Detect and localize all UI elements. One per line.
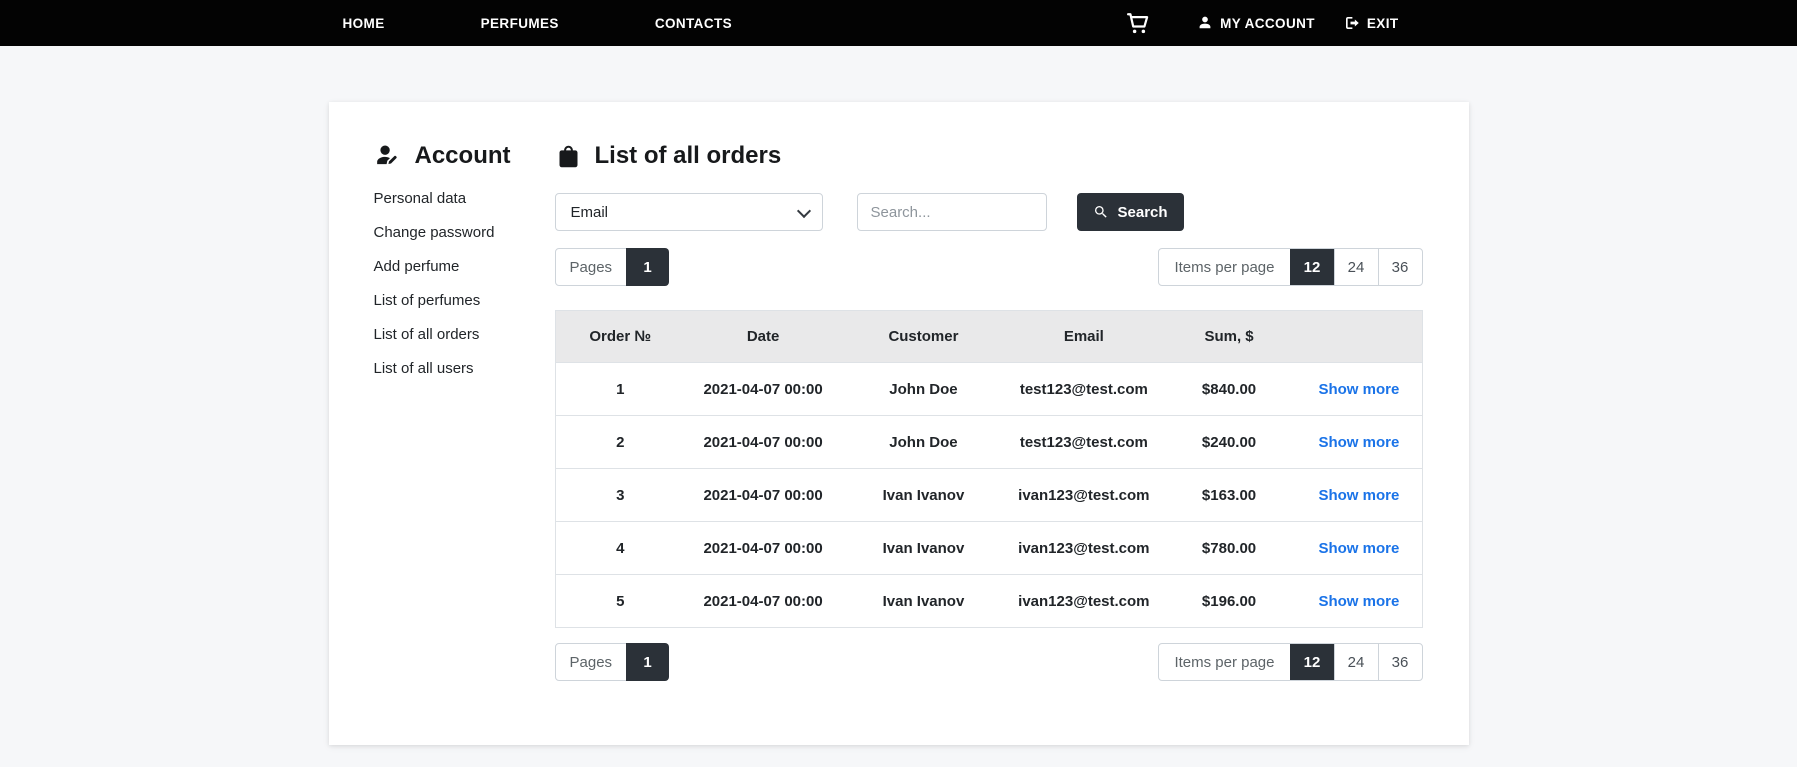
- cell-email: ivan123@test.com: [1005, 468, 1162, 522]
- cell-order-number: 1: [555, 362, 686, 416]
- filter-row: Email Search: [554, 193, 1423, 231]
- cell-customer: Ivan Ivanov: [841, 521, 1006, 575]
- search-button-label: Search: [1117, 203, 1168, 221]
- cell-date: 2021-04-07 00:00: [685, 468, 842, 522]
- cell-customer: John Doe: [841, 362, 1006, 416]
- header-date: Date: [685, 310, 842, 363]
- items-per-page-option-36[interactable]: 36: [1377, 644, 1422, 680]
- show-more-link[interactable]: Show more: [1318, 593, 1399, 610]
- header-action: [1296, 310, 1422, 363]
- sidebar-item-list-of-perfumes[interactable]: List of perfumes: [374, 284, 555, 318]
- top-navbar: HOME PERFUMES CONTACTS MY ACCOUNT EXIT: [0, 0, 1797, 46]
- table-row: 5 2021-04-07 00:00 Ivan Ivanov ivan123@t…: [555, 574, 1422, 628]
- items-per-page-option-12[interactable]: 12: [1289, 249, 1334, 285]
- sidebar-title: Account: [374, 140, 555, 172]
- pages-label: Pages: [554, 248, 628, 286]
- show-more-link[interactable]: Show more: [1318, 540, 1399, 557]
- page-button-1[interactable]: 1: [626, 248, 670, 286]
- search-icon: [1094, 206, 1107, 218]
- search-button[interactable]: Search: [1076, 193, 1184, 231]
- cell-order-number: 3: [555, 468, 686, 522]
- header-sum: Sum, $: [1161, 310, 1297, 363]
- user-edit-icon: [376, 145, 397, 165]
- nav-link-perfumes[interactable]: PERFUMES: [481, 16, 559, 31]
- cart-icon[interactable]: [1124, 9, 1152, 37]
- nav-link-home[interactable]: HOME: [343, 16, 385, 31]
- sidebar-item-add-perfume[interactable]: Add perfume: [374, 250, 555, 284]
- sidebar-item-list-of-all-users[interactable]: List of all users: [374, 352, 555, 386]
- cell-customer: John Doe: [841, 415, 1006, 469]
- cell-sum: $240.00: [1161, 415, 1297, 469]
- exit-label: EXIT: [1366, 15, 1399, 31]
- sidebar-title-label: Account: [414, 142, 511, 169]
- sidebar-item-change-password[interactable]: Change password: [374, 216, 555, 250]
- cell-order-number: 2: [555, 415, 686, 469]
- cell-sum: $196.00: [1161, 574, 1297, 628]
- cell-customer: Ivan Ivanov: [841, 468, 1006, 522]
- cell-customer: Ivan Ivanov: [841, 574, 1006, 628]
- cell-date: 2021-04-07 00:00: [685, 415, 842, 469]
- account-sidebar: Account Personal data Change password Ad…: [374, 140, 555, 681]
- cell-email: test123@test.com: [1005, 415, 1162, 469]
- content-card: Account Personal data Change password Ad…: [328, 102, 1469, 745]
- pages-group: Pages 1: [554, 643, 670, 681]
- pages-label: Pages: [554, 643, 628, 681]
- page-title: List of all orders: [555, 140, 1423, 172]
- shopping-bag-icon: [559, 145, 577, 167]
- items-per-page-label: Items per page: [1174, 258, 1275, 276]
- cell-email: ivan123@test.com: [1005, 521, 1162, 575]
- cell-date: 2021-04-07 00:00: [685, 362, 842, 416]
- cell-sum: $840.00: [1161, 362, 1297, 416]
- items-per-page-group: Items per page 12 24 36: [1158, 248, 1423, 286]
- my-account-button[interactable]: MY ACCOUNT: [1196, 14, 1315, 32]
- cell-email: ivan123@test.com: [1005, 574, 1162, 628]
- items-per-page-option-24[interactable]: 24: [1333, 644, 1378, 680]
- header-customer: Customer: [841, 310, 1006, 363]
- cell-order-number: 4: [555, 521, 686, 575]
- sidebar-item-list-of-all-orders[interactable]: List of all orders: [374, 318, 555, 352]
- cell-date: 2021-04-07 00:00: [685, 574, 842, 628]
- header-email: Email: [1005, 310, 1162, 363]
- cell-date: 2021-04-07 00:00: [685, 521, 842, 575]
- table-header-row: Order № Date Customer Email Sum, $: [555, 310, 1422, 363]
- search-input[interactable]: [856, 193, 1047, 231]
- my-account-label: MY ACCOUNT: [1220, 15, 1315, 31]
- items-per-page-label: Items per page: [1174, 653, 1275, 671]
- orders-table: Order № Date Customer Email Sum, $ 1 202…: [554, 310, 1423, 628]
- pagination-bottom: Pages 1 Items per page 12 24 36: [554, 643, 1423, 681]
- cell-sum: $163.00: [1161, 468, 1297, 522]
- items-per-page-option-24[interactable]: 24: [1333, 249, 1378, 285]
- sidebar-item-personal-data[interactable]: Personal data: [374, 182, 555, 216]
- show-more-link[interactable]: Show more: [1318, 434, 1399, 451]
- table-row: 1 2021-04-07 00:00 John Doe test123@test…: [555, 362, 1422, 416]
- sign-out-icon: [1345, 17, 1359, 29]
- cell-email: test123@test.com: [1005, 362, 1162, 416]
- pages-group: Pages 1: [554, 248, 670, 286]
- nav-link-contacts[interactable]: CONTACTS: [655, 16, 732, 31]
- page-title-label: List of all orders: [594, 142, 782, 169]
- show-more-link[interactable]: Show more: [1318, 487, 1399, 504]
- search-field-select[interactable]: Email: [554, 193, 823, 231]
- show-more-link[interactable]: Show more: [1318, 381, 1399, 398]
- table-row: 2 2021-04-07 00:00 John Doe test123@test…: [555, 415, 1422, 469]
- pagination-top: Pages 1 Items per page 12 24 36: [554, 248, 1423, 286]
- person-icon: [1199, 16, 1211, 29]
- table-row: 3 2021-04-07 00:00 Ivan Ivanov ivan123@t…: [555, 468, 1422, 522]
- table-row: 4 2021-04-07 00:00 Ivan Ivanov ivan123@t…: [555, 521, 1422, 575]
- items-per-page-group: Items per page 12 24 36: [1158, 643, 1423, 681]
- page-button-1[interactable]: 1: [626, 643, 670, 681]
- cell-order-number: 5: [555, 574, 686, 628]
- items-per-page-option-36[interactable]: 36: [1377, 249, 1422, 285]
- sidebar-menu: Personal data Change password Add perfum…: [374, 182, 555, 386]
- cell-sum: $780.00: [1161, 521, 1297, 575]
- exit-button[interactable]: EXIT: [1343, 14, 1399, 32]
- orders-main: List of all orders Email Search Pages: [554, 140, 1423, 681]
- header-order-number: Order №: [555, 310, 686, 363]
- items-per-page-option-12[interactable]: 12: [1289, 644, 1334, 680]
